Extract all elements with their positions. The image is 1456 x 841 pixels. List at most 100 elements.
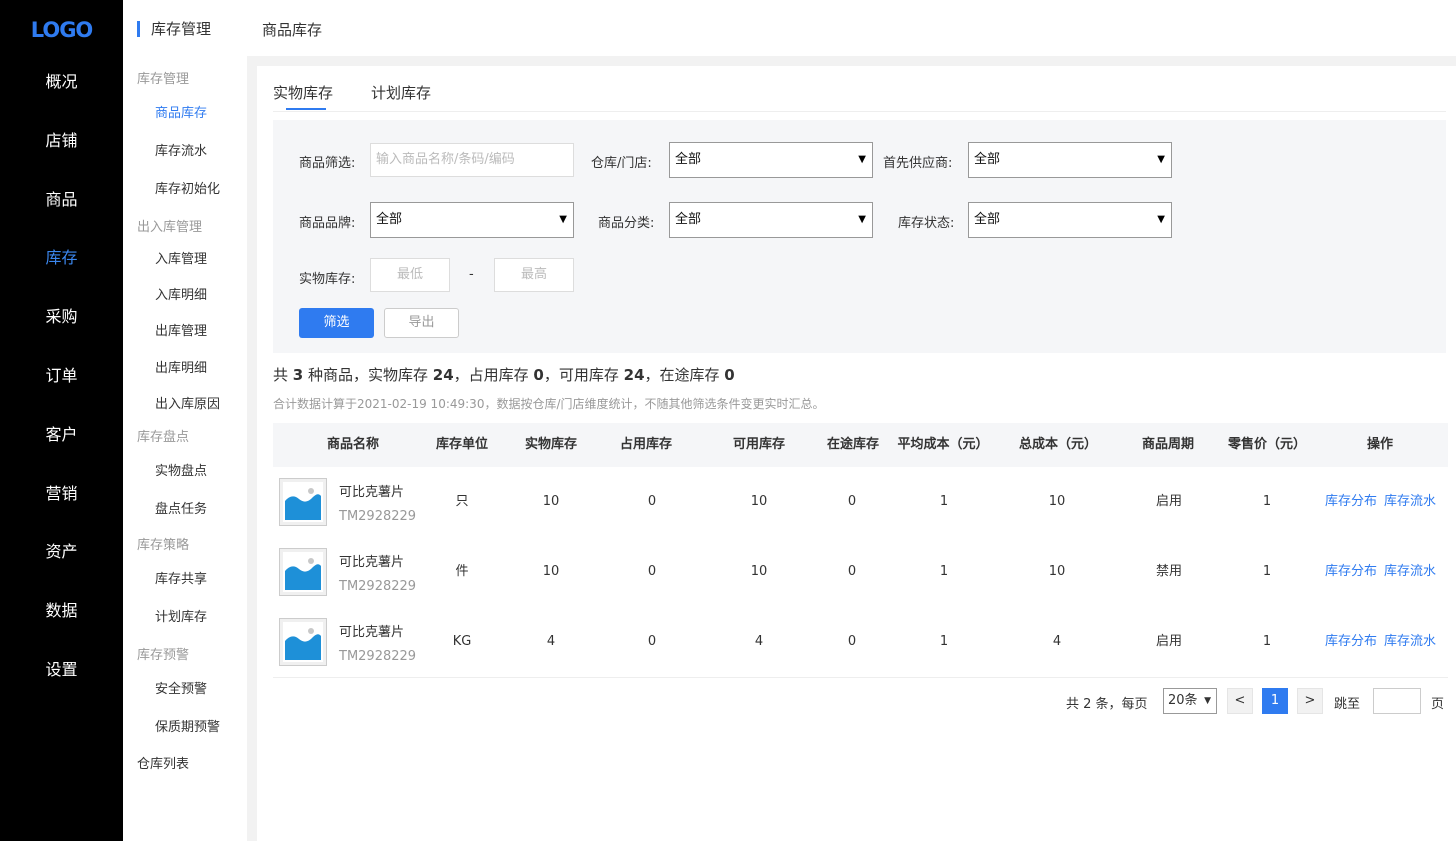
sub-item-inout-reason[interactable]: 出入库原因 [155,393,220,412]
image-placeholder-icon [283,552,323,592]
caret-down-icon: ▼ [858,214,866,225]
page-button-current[interactable]: 1 [1262,688,1288,714]
cell-unit: 只 [455,494,469,509]
nav-item-store[interactable]: 店铺 [0,127,123,151]
range-dash: - [469,267,474,282]
table-row: 可比克薯片 TM2928229 件 10 0 10 0 1 10 禁用 1 库存… [273,537,1448,608]
sub-group-warning: 库存预警 [137,648,190,663]
sub-item-count-tasks[interactable]: 盘点任务 [155,498,207,517]
product-name[interactable]: 可比克薯片 [339,621,404,640]
supplier-select[interactable]: 全部 ▼ [968,142,1172,178]
sub-item-warehouse-list[interactable]: 仓库列表 [137,753,189,772]
per-page-select[interactable]: 20条 ▼ [1163,688,1217,714]
sub-item-physical-count[interactable]: 实物盘点 [155,460,207,479]
table-row: 可比克薯片 TM2928229 只 10 0 10 0 1 10 启用 1 库存… [273,467,1448,538]
image-placeholder-icon [283,622,323,662]
sub-item-stock-init[interactable]: 库存初始化 [155,178,220,197]
sub-item-planned-stock[interactable]: 计划库存 [155,606,207,625]
category-select-value: 全部 [675,212,702,227]
sub-item-outbound[interactable]: 出库管理 [155,320,207,339]
cell-price: 1 [1262,564,1272,579]
col-header-total-cost: 总成本（元） [1018,437,1097,452]
stock-flow-link[interactable]: 库存流水 [1384,607,1436,677]
cell-occupied: 0 [647,634,657,649]
sub-item-expiry-warning[interactable]: 保质期预警 [155,716,220,735]
tab-physical-stock[interactable]: 实物库存 [273,82,333,103]
tab-planned-stock[interactable]: 计划库存 [371,82,431,103]
sub-item-stock-share[interactable]: 库存共享 [155,568,207,587]
export-button[interactable]: 导出 [384,308,459,338]
supplier-select-value: 全部 [974,152,1001,167]
table-row: 可比克薯片 TM2928229 KG 4 0 4 0 1 4 启用 1 库存分布… [273,607,1448,678]
sub-item-stock-flow[interactable]: 库存流水 [155,140,207,159]
stock-flow-link[interactable]: 库存流水 [1384,537,1436,607]
cell-transit: 0 [847,494,857,509]
col-header-actions: 操作 [1366,437,1393,452]
warehouse-select[interactable]: 全部 ▼ [669,142,873,178]
category-select[interactable]: 全部 ▼ [669,202,873,238]
sub-nav: 库存管理 库存管理 商品库存 库存流水 库存初始化 出入库管理 入库管理 入库明… [123,0,247,841]
sub-item-outbound-detail[interactable]: 出库明细 [155,357,207,376]
nav-item-inventory[interactable]: 库存 [0,244,123,268]
product-name[interactable]: 可比克薯片 [339,481,404,500]
page-unit-label: 页 [1431,697,1445,712]
stock-max-input[interactable]: 最高 [494,258,574,292]
cell-avg-cost: 1 [939,494,949,509]
nav-item-data[interactable]: 数据 [0,597,123,621]
nav-item-overview[interactable]: 概况 [0,68,123,92]
cell-physical: 10 [542,564,560,579]
nav-item-orders[interactable]: 订单 [0,362,123,386]
nav-item-settings[interactable]: 设置 [0,656,123,680]
brand-select[interactable]: 全部 ▼ [370,202,574,238]
caret-down-icon: ▼ [559,214,567,225]
product-code: TM2928229 [339,579,417,594]
nav-item-marketing[interactable]: 营销 [0,480,123,504]
sub-group-inout: 出入库管理 [137,220,203,235]
nav-item-customers[interactable]: 客户 [0,421,123,445]
inventory-summary: 共 3 种商品，实物库存 24，占用库存 0，可用库存 24，在途库存 0 [273,364,735,385]
prev-page-button[interactable]: < [1227,688,1253,714]
active-tab-indicator [286,108,326,110]
summary-physical: 24 [432,366,454,384]
nav-item-purchase[interactable]: 采购 [0,303,123,327]
pagination-total: 共 2 条，每页 [1066,697,1148,712]
jump-page-input[interactable] [1373,688,1421,714]
main-panel: 实物库存 计划库存 商品筛选: 输入商品名称/条码/编码 仓库/门店: 全部 ▼… [257,66,1456,841]
summary-occupied: 0 [533,366,544,384]
col-header-cycle: 商品周期 [1141,437,1194,452]
sub-item-product-stock[interactable]: 商品库存 [155,102,207,121]
product-code: TM2928229 [339,509,417,524]
stock-distribution-link[interactable]: 库存分布 [1325,607,1377,677]
cell-price: 1 [1262,494,1272,509]
cell-unit: KG [452,634,472,649]
stock-distribution-link[interactable]: 库存分布 [1325,537,1377,607]
filter-button[interactable]: 筛选 [299,308,374,338]
caret-down-icon: ▼ [1157,154,1165,165]
product-image [279,618,327,666]
nav-item-products[interactable]: 商品 [0,186,123,210]
cell-occupied: 0 [647,494,657,509]
nav-item-assets[interactable]: 资产 [0,538,123,562]
stock-flow-link[interactable]: 库存流水 [1384,467,1436,537]
stock-status-select[interactable]: 全部 ▼ [968,202,1172,238]
product-name[interactable]: 可比克薯片 [339,551,404,570]
image-placeholder-icon [283,482,323,522]
sub-item-inbound-detail[interactable]: 入库明细 [155,284,207,303]
sub-item-inbound[interactable]: 入库管理 [155,248,207,267]
product-code: TM2928229 [339,649,417,664]
summary-text: ，占用库存 [453,366,534,384]
warehouse-select-value: 全部 [675,152,702,167]
physical-stock-label: 实物库存: [299,272,356,287]
col-header-price: 零售价（元） [1227,437,1306,452]
sub-item-safety-warning[interactable]: 安全预警 [155,678,207,697]
cell-cycle: 启用 [1155,634,1182,649]
next-page-button[interactable]: > [1297,688,1323,714]
summary-text: ，在途库存 [644,366,725,384]
stock-min-input[interactable]: 最低 [370,258,450,292]
page-title: 商品库存 [262,21,323,39]
stock-distribution-link[interactable]: 库存分布 [1325,467,1377,537]
product-search-input[interactable]: 输入商品名称/条码/编码 [370,143,574,177]
col-header-physical: 实物库存 [524,437,577,452]
cell-transit: 0 [847,564,857,579]
col-header-avg-cost: 平均成本（元） [897,437,989,452]
